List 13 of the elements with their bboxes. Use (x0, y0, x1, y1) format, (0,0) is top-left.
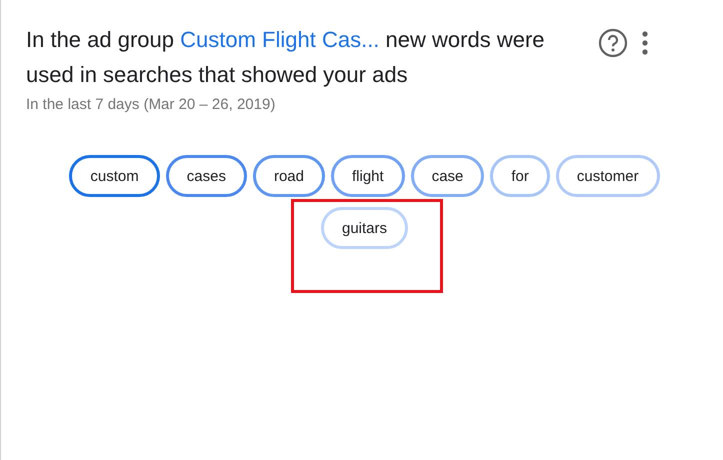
word-chip[interactable]: case (410, 155, 484, 197)
word-chip[interactable]: cases (166, 155, 247, 197)
word-chip[interactable]: guitars (320, 207, 408, 249)
date-range: In the last 7 days (Mar 20 – 26, 2019) (26, 96, 276, 113)
word-chip[interactable]: customer (556, 155, 660, 197)
word-chip[interactable]: custom (69, 155, 160, 197)
help-icon[interactable] (598, 28, 628, 58)
word-chip[interactable]: flight (331, 155, 405, 197)
ad-group-link[interactable]: Custom Flight Cas... (180, 27, 380, 52)
more-menu-icon[interactable] (642, 31, 648, 55)
word-chip[interactable]: road (252, 155, 325, 197)
card-title: In the ad group Custom Flight Cas... new words were used in searches that showed your ads (26, 27, 544, 87)
word-chip[interactable]: for (490, 155, 550, 197)
